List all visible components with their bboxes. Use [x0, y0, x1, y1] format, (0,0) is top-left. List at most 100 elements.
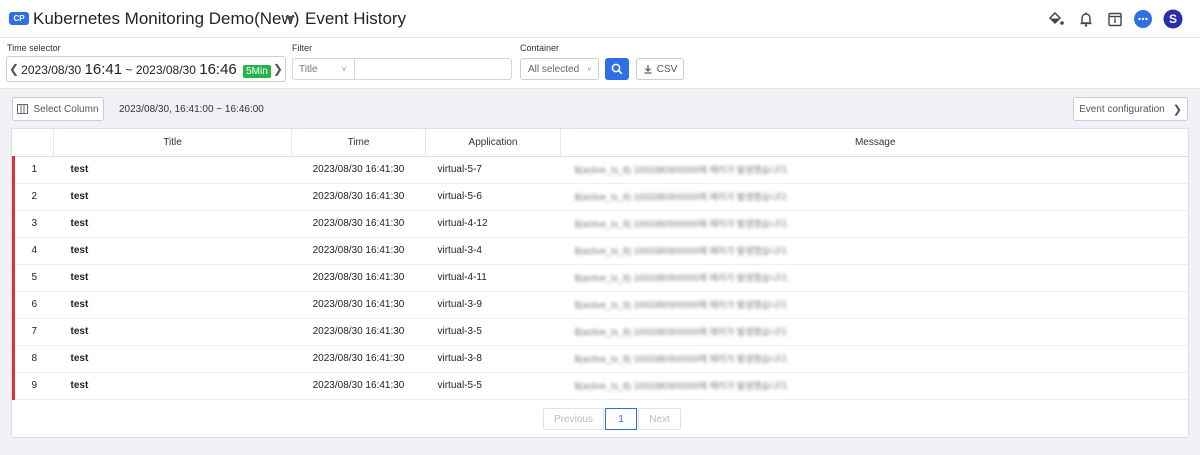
row-time: 2023/08/30 16:41:30: [291, 210, 426, 238]
col-header-title[interactable]: Title: [53, 129, 292, 157]
time-separator: ~: [125, 62, 133, 77]
col-header-time[interactable]: Time: [291, 129, 426, 157]
row-message: $(active_ts_8) 1693380900000에 에러가 발생했습니다…: [560, 183, 1188, 211]
row-time: 2023/08/30 16:41:30: [291, 291, 426, 319]
table-row[interactable]: 9 test 2023/08/30 16:41:30 virtual-5-5 $(act…: [12, 372, 1188, 400]
container-label: Container: [520, 43, 560, 53]
search-button[interactable]: [605, 58, 629, 80]
table-row[interactable]: 7 test 2023/08/30 16:41:30 virtual-3-5 $(act…: [12, 318, 1188, 346]
previous-page-button[interactable]: Previous: [543, 408, 604, 430]
row-time: 2023/08/30 16:41:30: [291, 345, 426, 373]
table-row[interactable]: 6 test 2023/08/30 16:41:30 virtual-3-9 $(act…: [12, 291, 1188, 319]
table-header-row: Title Time Application Message: [13, 129, 1188, 157]
row-number: 1: [12, 156, 54, 184]
page-title: Event History: [305, 9, 407, 28]
row-number: 8: [12, 345, 54, 373]
table-row[interactable]: 1 test 2023/08/30 16:41:30 virtual-5-7 $(act…: [12, 156, 1188, 184]
row-title: test: [53, 264, 292, 292]
time-selector[interactable]: ❮ 2023/08/30 16:41 ~ 2023/08/30 16:46 5M…: [6, 56, 286, 82]
row-message-text: $(active_ts_8) 1693380900000에 에러가 발생했습니다…: [574, 300, 789, 310]
row-title: test: [53, 372, 292, 400]
row-number: 4: [12, 237, 54, 265]
row-message-text: $(active_ts_8) 1693380900000에 에러가 발생했습니다…: [574, 219, 789, 229]
table-row[interactable]: 3 test 2023/08/30 16:41:30 virtual-4-12 $(ac…: [12, 210, 1188, 238]
container-select[interactable]: All selected ∨: [520, 58, 599, 80]
time-selector-label: Time selector: [7, 43, 61, 53]
table-row[interactable]: 4 test 2023/08/30 16:41:30 virtual-3-4 $(act…: [12, 237, 1188, 265]
row-application: virtual-3-9: [425, 291, 561, 319]
event-configuration-button[interactable]: Event configuration ❯: [1073, 97, 1188, 121]
time-next-icon[interactable]: ❯: [271, 62, 285, 76]
row-application: virtual-4-11: [425, 264, 561, 292]
calendar-info-icon[interactable]: [1105, 9, 1125, 29]
table-row[interactable]: 8 test 2023/08/30 16:41:30 virtual-3-8 $(act…: [12, 345, 1188, 373]
row-number: 9: [12, 372, 54, 400]
row-time: 2023/08/30 16:41:30: [291, 372, 426, 400]
row-message: $(active_ts_8) 1693380900000에 에러가 발생했습니다…: [560, 237, 1188, 265]
page-number-button[interactable]: 1: [605, 408, 637, 430]
row-message: $(active_ts_8) 1693380900000에 에러가 발생했습니다…: [560, 210, 1188, 238]
row-time: 2023/08/30 16:41:30: [291, 264, 426, 292]
row-message: $(active_ts_8) 1693380900000에 에러가 발생했습니다…: [560, 291, 1188, 319]
row-message-text: $(active_ts_8) 1693380900000에 에러가 발생했습니다…: [574, 192, 789, 202]
event-table-card: Title Time Application Message 1 test 2023…: [11, 128, 1189, 438]
row-title: test: [53, 318, 292, 346]
row-message-text: $(active_ts_8) 1693380900000에 에러가 발생했습니다…: [574, 246, 789, 256]
row-message-text: $(active_ts_8) 1693380900000에 에러가 발생했습니다…: [574, 165, 789, 175]
table-row[interactable]: 2 test 2023/08/30 16:41:30 virtual-5-6 $(act…: [12, 183, 1188, 211]
col-header-application[interactable]: Application: [425, 129, 561, 157]
event-configuration-label: Event configuration: [1079, 103, 1165, 115]
row-message-text: $(active_ts_8) 1693380900000에 에러가 발생했습니다…: [574, 354, 789, 364]
avatar-letter: S: [1168, 12, 1177, 26]
filter-field-select[interactable]: Title ∨: [292, 58, 355, 80]
time-start-date: 2023/08/30: [21, 62, 82, 77]
csv-download-button[interactable]: CSV: [636, 58, 684, 80]
time-range-badge[interactable]: 5Min: [243, 64, 271, 78]
row-number: 5: [12, 264, 54, 292]
project-title[interactable]: Kubernetes Monitoring Demo(New): [33, 9, 299, 29]
row-message-text: $(active_ts_8) 1693380900000에 에러가 발생했습니다…: [574, 327, 789, 337]
bell-icon[interactable]: [1076, 9, 1096, 29]
cp-badge: CP: [9, 12, 29, 25]
csv-label: CSV: [656, 63, 678, 75]
row-time: 2023/08/30 16:41:30: [291, 183, 426, 211]
row-title: test: [53, 210, 292, 238]
row-time: 2023/08/30 16:41:30: [291, 237, 426, 265]
row-title: test: [53, 345, 292, 373]
search-icon: [611, 63, 623, 75]
time-end-clock: 16:46: [199, 60, 237, 78]
row-application: virtual-5-6: [425, 183, 561, 211]
row-title: test: [53, 291, 292, 319]
filter-label: Filter: [292, 43, 312, 53]
next-page-button[interactable]: Next: [638, 408, 681, 430]
row-message: $(active_ts_8) 1693380900000에 에러가 발생했습니다…: [560, 156, 1188, 184]
time-range-display[interactable]: 2023/08/30 16:41 ~ 2023/08/30 16:46 5Min: [21, 61, 271, 78]
table-row[interactable]: 5 test 2023/08/30 16:41:30 virtual-4-11 $(ac…: [12, 264, 1188, 292]
row-message: $(active_ts_8) 1693380900000에 에러가 발생했습니다…: [560, 372, 1188, 400]
filter-bar: Time selector ❮ 2023/08/30 16:41 ~ 2023/…: [0, 38, 1200, 89]
filter-input[interactable]: [355, 58, 512, 80]
row-message: $(active_ts_8) 1693380900000에 에러가 발생했습니다…: [560, 264, 1188, 292]
col-header-message[interactable]: Message: [560, 129, 1188, 157]
time-prev-icon[interactable]: ❮: [7, 62, 21, 76]
project-dropdown-caret-icon[interactable]: [285, 16, 295, 22]
row-title: test: [53, 237, 292, 265]
row-application: virtual-3-5: [425, 318, 561, 346]
chat-icon[interactable]: [1133, 9, 1153, 29]
chevron-down-icon: ∨: [341, 64, 347, 73]
row-number: 2: [12, 183, 54, 211]
select-column-button[interactable]: Select Column: [12, 97, 104, 121]
row-time: 2023/08/30 16:41:30: [291, 318, 426, 346]
row-message: $(active_ts_8) 1693380900000에 에러가 발생했습니다…: [560, 318, 1188, 346]
row-time: 2023/08/30 16:41:30: [291, 156, 426, 184]
row-number: 7: [12, 318, 54, 346]
avatar[interactable]: S: [1163, 9, 1183, 29]
col-header-no[interactable]: [13, 129, 54, 157]
select-column-label: Select Column: [33, 103, 99, 115]
columns-icon: [17, 104, 29, 114]
row-title: test: [53, 183, 292, 211]
chevron-down-icon: ∨: [586, 66, 592, 73]
row-message: $(active_ts_8) 1693380900000에 에러가 발생했습니다…: [560, 345, 1188, 373]
paint-bucket-icon[interactable]: [1046, 9, 1066, 29]
query-range-text: 2023/08/30, 16:41:00 ~ 16:46:00: [119, 104, 264, 115]
